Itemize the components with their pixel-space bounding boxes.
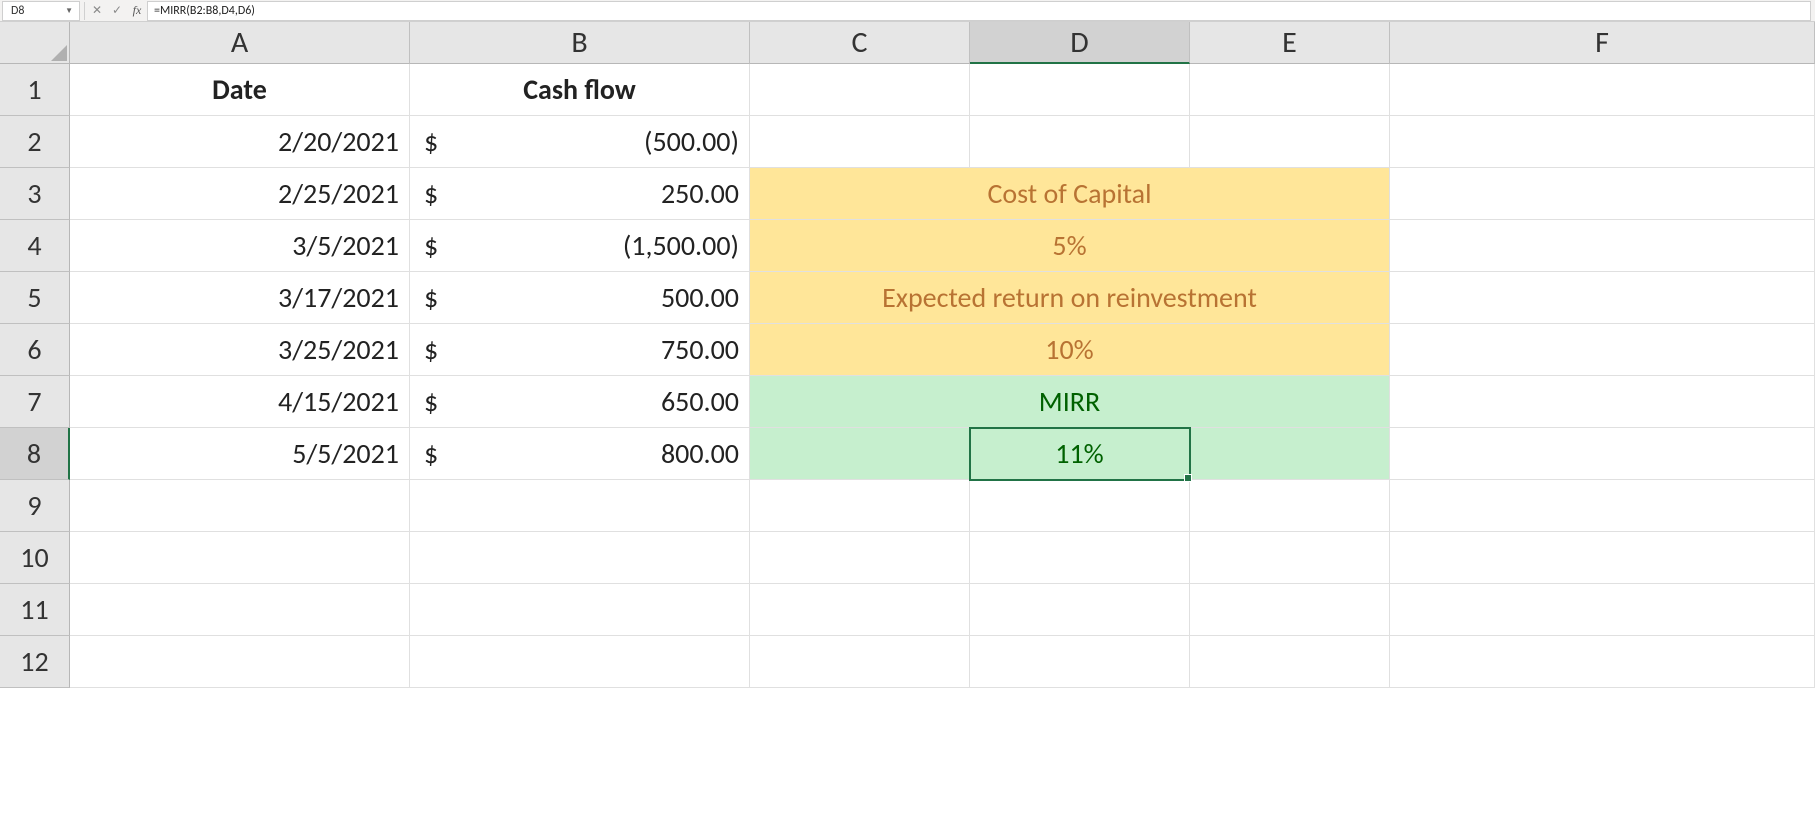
row-head-9[interactable]: 9: [0, 480, 70, 532]
cell-B1[interactable]: Cash flow: [410, 64, 750, 116]
name-box[interactable]: D8 ▼: [2, 1, 80, 21]
cell-F5[interactable]: [1390, 272, 1815, 324]
cell-F12[interactable]: [1390, 636, 1815, 688]
cell-B3[interactable]: $250.00: [410, 168, 750, 220]
cell-F6[interactable]: [1390, 324, 1815, 376]
row-head-8[interactable]: 8: [0, 428, 70, 480]
row-head-10[interactable]: 10: [0, 532, 70, 584]
reinvest-label[interactable]: Expected return on reinvestment: [750, 272, 1390, 324]
row-head-2[interactable]: 2: [0, 116, 70, 168]
col-head-F[interactable]: F: [1390, 22, 1815, 64]
select-all-corner[interactable]: [0, 22, 70, 64]
cell-B10[interactable]: [410, 532, 750, 584]
cell-C2[interactable]: [750, 116, 970, 168]
col-head-C[interactable]: C: [750, 22, 970, 64]
cell-F9[interactable]: [1390, 480, 1815, 532]
cell-B9[interactable]: [410, 480, 750, 532]
cell-B5[interactable]: $500.00: [410, 272, 750, 324]
formula-text: =MIRR(B2:B8,D4,D6): [154, 4, 255, 18]
cell-A6[interactable]: 3/25/2021: [70, 324, 410, 376]
cell-C9[interactable]: [750, 480, 970, 532]
row-head-1[interactable]: 1: [0, 64, 70, 116]
separator: [84, 2, 85, 20]
cell-D9[interactable]: [970, 480, 1190, 532]
cell-C8[interactable]: [750, 428, 970, 480]
cell-B7[interactable]: $650.00: [410, 376, 750, 428]
cell-E10[interactable]: [1190, 532, 1390, 584]
enter-icon[interactable]: ✓: [107, 1, 127, 21]
cell-B6[interactable]: $750.00: [410, 324, 750, 376]
cell-A12[interactable]: [70, 636, 410, 688]
row-head-5[interactable]: 5: [0, 272, 70, 324]
cell-F8[interactable]: [1390, 428, 1815, 480]
cell-F1[interactable]: [1390, 64, 1815, 116]
cost-of-capital-label[interactable]: Cost of Capital: [750, 168, 1390, 220]
cell-F10[interactable]: [1390, 532, 1815, 584]
formula-bar: D8 ▼ ✕ ✓ fx =MIRR(B2:B8,D4,D6): [0, 0, 1815, 22]
row-head-4[interactable]: 4: [0, 220, 70, 272]
cell-F3[interactable]: [1390, 168, 1815, 220]
cell-D11[interactable]: [970, 584, 1190, 636]
row-head-7[interactable]: 7: [0, 376, 70, 428]
cell-E12[interactable]: [1190, 636, 1390, 688]
cell-A7[interactable]: 4/15/2021: [70, 376, 410, 428]
cell-E8[interactable]: [1190, 428, 1390, 480]
cell-B11[interactable]: [410, 584, 750, 636]
name-box-value: D8: [11, 4, 24, 18]
cell-A10[interactable]: [70, 532, 410, 584]
spreadsheet-grid[interactable]: A B C D E F 1 Date Cash flow 2 2/20/2021…: [0, 22, 1815, 688]
cell-D2[interactable]: [970, 116, 1190, 168]
cell-D12[interactable]: [970, 636, 1190, 688]
cell-E2[interactable]: [1190, 116, 1390, 168]
reinvest-value[interactable]: 10%: [750, 324, 1390, 376]
row-head-3[interactable]: 3: [0, 168, 70, 220]
cell-B4[interactable]: $(1,500.00): [410, 220, 750, 272]
cell-D10[interactable]: [970, 532, 1190, 584]
cell-E11[interactable]: [1190, 584, 1390, 636]
cell-F7[interactable]: [1390, 376, 1815, 428]
cell-A4[interactable]: 3/5/2021: [70, 220, 410, 272]
cell-E1[interactable]: [1190, 64, 1390, 116]
cell-A2[interactable]: 2/20/2021: [70, 116, 410, 168]
cell-D8[interactable]: 11%: [970, 428, 1190, 480]
cell-B12[interactable]: [410, 636, 750, 688]
cell-F11[interactable]: [1390, 584, 1815, 636]
cell-E9[interactable]: [1190, 480, 1390, 532]
cost-of-capital-value[interactable]: 5%: [750, 220, 1390, 272]
col-head-E[interactable]: E: [1190, 22, 1390, 64]
cell-A11[interactable]: [70, 584, 410, 636]
cell-C10[interactable]: [750, 532, 970, 584]
col-head-D[interactable]: D: [970, 22, 1190, 64]
row-head-12[interactable]: 12: [0, 636, 70, 688]
col-head-B[interactable]: B: [410, 22, 750, 64]
cell-D1[interactable]: [970, 64, 1190, 116]
formula-input[interactable]: =MIRR(B2:B8,D4,D6): [147, 1, 1811, 21]
cell-A1[interactable]: Date: [70, 64, 410, 116]
chevron-down-icon[interactable]: ▼: [65, 6, 73, 16]
row-head-6[interactable]: 6: [0, 324, 70, 376]
mirr-label[interactable]: MIRR: [750, 376, 1390, 428]
cell-A9[interactable]: [70, 480, 410, 532]
cell-A8[interactable]: 5/5/2021: [70, 428, 410, 480]
cell-C1[interactable]: [750, 64, 970, 116]
cell-F4[interactable]: [1390, 220, 1815, 272]
row-head-11[interactable]: 11: [0, 584, 70, 636]
cell-C11[interactable]: [750, 584, 970, 636]
cell-B8[interactable]: $800.00: [410, 428, 750, 480]
cancel-icon[interactable]: ✕: [87, 1, 107, 21]
cell-F2[interactable]: [1390, 116, 1815, 168]
col-head-A[interactable]: A: [70, 22, 410, 64]
cell-A3[interactable]: 2/25/2021: [70, 168, 410, 220]
cell-A5[interactable]: 3/17/2021: [70, 272, 410, 324]
fx-icon[interactable]: fx: [127, 1, 147, 21]
cell-C12[interactable]: [750, 636, 970, 688]
cell-B2[interactable]: $(500.00): [410, 116, 750, 168]
